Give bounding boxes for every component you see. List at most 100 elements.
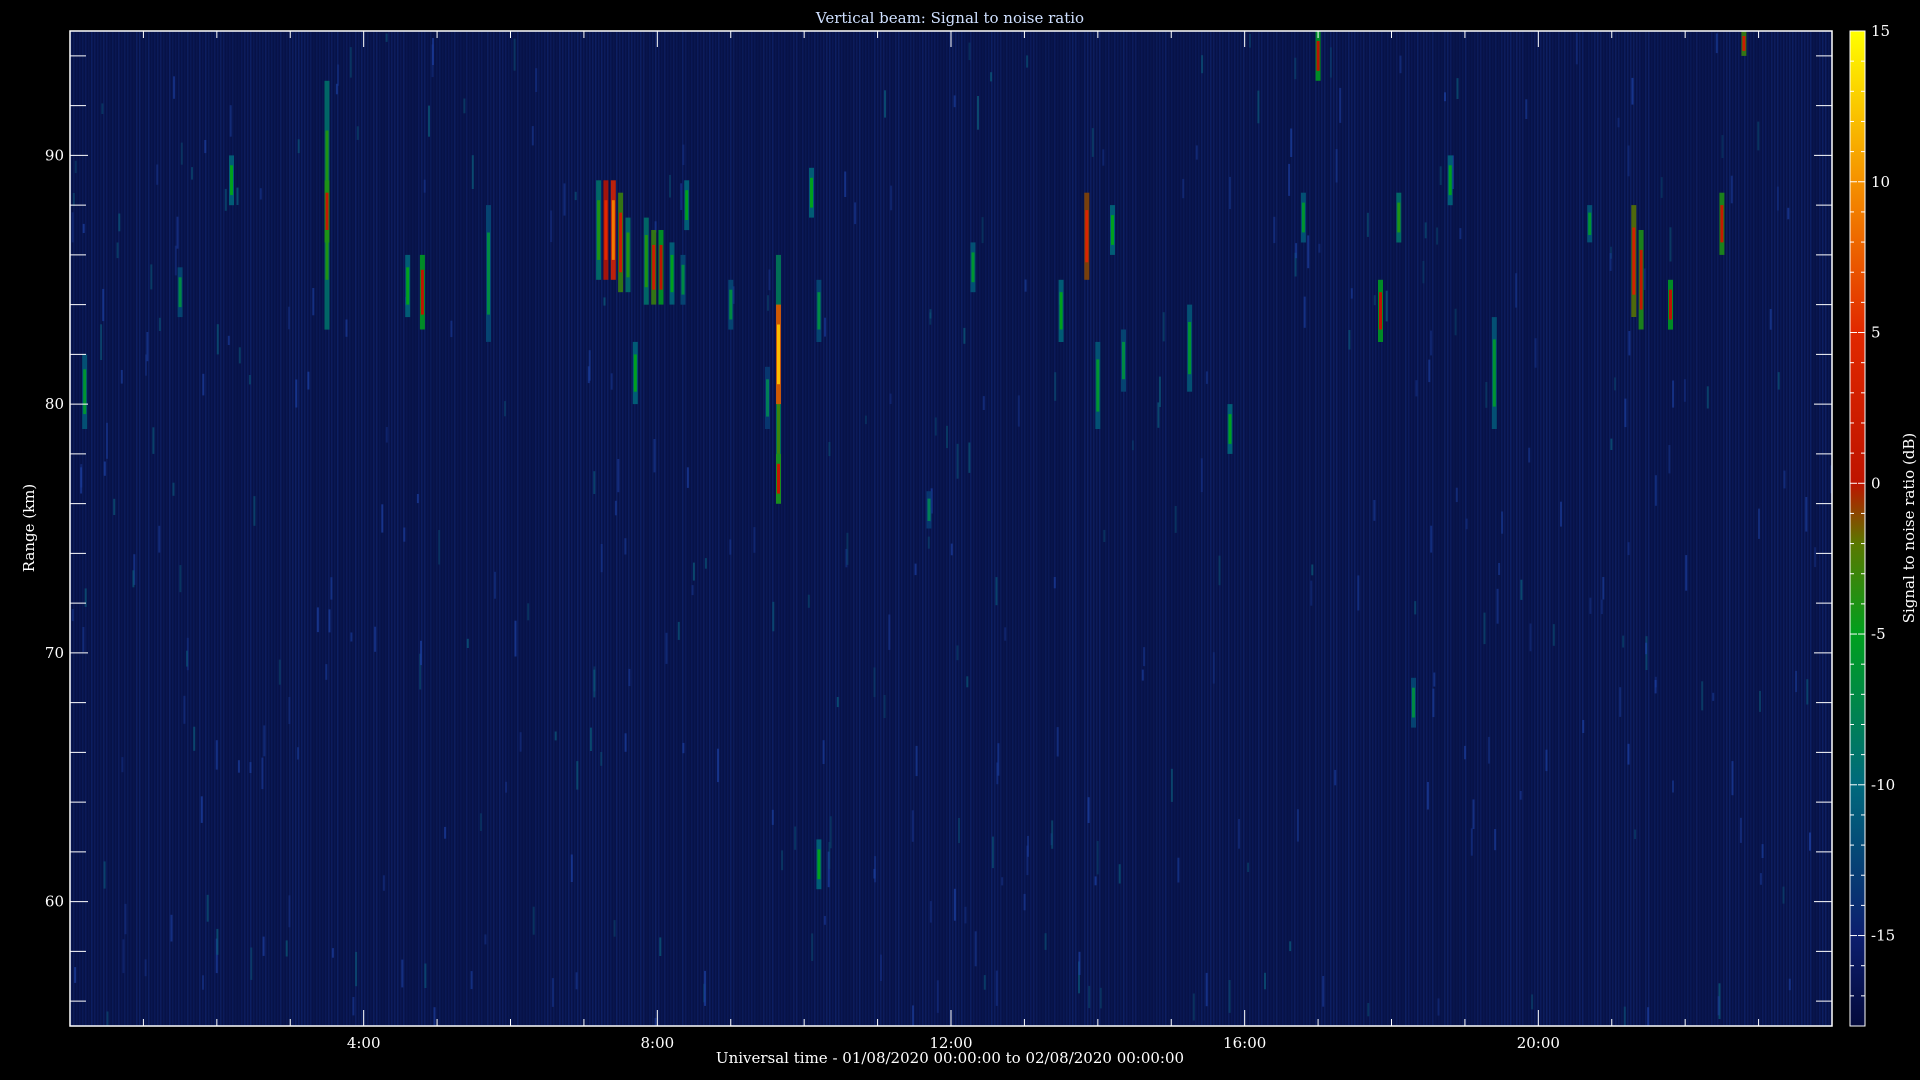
noise-streak xyxy=(1795,670,1798,693)
noise-column xyxy=(124,31,126,1026)
noise-column xyxy=(187,31,189,1026)
noise-streak xyxy=(1622,635,1625,648)
noise-streak xyxy=(237,760,240,773)
noise-column xyxy=(736,31,738,1026)
noise-column xyxy=(199,31,201,1026)
noise-column xyxy=(1642,31,1644,1026)
noise-streak xyxy=(1776,186,1779,211)
noise-streak xyxy=(768,269,771,291)
noise-column xyxy=(1717,31,1719,1026)
noise-column xyxy=(871,31,873,1026)
noise-column xyxy=(949,31,951,1026)
noise-column xyxy=(154,31,156,1026)
noise-streak xyxy=(82,627,85,652)
colorbar-tick-label: -10 xyxy=(1871,776,1895,794)
noise-streak xyxy=(1228,980,1231,1013)
noise-column xyxy=(1270,31,1272,1026)
noise-streak xyxy=(170,914,173,942)
noise-column xyxy=(1069,31,1071,1026)
noise-streak xyxy=(238,347,241,364)
noise-streak xyxy=(1731,761,1734,796)
noise-column xyxy=(82,31,84,1026)
noise-column xyxy=(1027,31,1029,1026)
noise-streak xyxy=(968,42,971,61)
noise-streak xyxy=(691,585,694,596)
noise-column xyxy=(1087,31,1089,1026)
noise-column xyxy=(1162,31,1164,1026)
noise-streak xyxy=(262,936,265,956)
noise-column xyxy=(520,31,522,1026)
noise-column xyxy=(883,31,885,1026)
noise-column xyxy=(688,31,690,1026)
noise-column xyxy=(1015,31,1017,1026)
noise-column xyxy=(1354,31,1356,1026)
noise-streak xyxy=(1761,844,1764,858)
noise-column xyxy=(127,31,129,1026)
noise-streak xyxy=(884,90,886,118)
noise-streak xyxy=(1589,597,1592,614)
noise-column xyxy=(529,31,531,1026)
noise-column xyxy=(268,31,270,1026)
noise-streak xyxy=(259,188,262,200)
noise-streak xyxy=(1078,951,1081,975)
noise-column xyxy=(961,31,963,1026)
noise-column xyxy=(184,31,186,1026)
noise-column xyxy=(1126,31,1128,1026)
snr-echo xyxy=(681,264,685,295)
noise-streak xyxy=(325,664,328,680)
noise-streak xyxy=(912,1005,914,1026)
noise-streak xyxy=(450,320,453,338)
noise-column xyxy=(1741,31,1743,1026)
noise-column xyxy=(1582,31,1584,1026)
noise-column xyxy=(277,31,279,1026)
noise-streak xyxy=(807,594,810,608)
noise-column xyxy=(775,31,777,1026)
noise-streak xyxy=(1087,797,1090,823)
noise-column xyxy=(442,31,444,1026)
noise-streak xyxy=(106,422,108,459)
noise-column xyxy=(1438,31,1440,1026)
noise-streak xyxy=(1229,176,1231,210)
noise-column xyxy=(1672,31,1674,1026)
noise-streak xyxy=(1335,149,1338,183)
noise-streak xyxy=(1634,829,1637,840)
noise-column xyxy=(1543,31,1545,1026)
noise-column xyxy=(241,31,243,1026)
noise-column xyxy=(367,31,369,1026)
noise-column xyxy=(1399,31,1401,1026)
noise-streak xyxy=(934,417,937,436)
noise-column xyxy=(751,31,753,1026)
noise-column xyxy=(1570,31,1572,1026)
noise-column xyxy=(1129,31,1131,1026)
noise-streak xyxy=(824,317,826,337)
noise-streak xyxy=(996,762,999,785)
y-tick-label: 60 xyxy=(45,893,64,911)
noise-streak xyxy=(471,155,474,189)
noise-column xyxy=(733,31,735,1026)
noise-streak xyxy=(1465,518,1468,530)
noise-column xyxy=(1534,31,1536,1026)
noise-column xyxy=(532,31,534,1026)
noise-streak xyxy=(610,373,613,390)
noise-streak xyxy=(423,179,426,193)
noise-column xyxy=(898,31,900,1026)
noise-streak xyxy=(1307,235,1310,269)
noise-streak xyxy=(535,68,538,92)
snr-echo xyxy=(927,498,931,521)
noise-column xyxy=(1090,31,1092,1026)
noise-column xyxy=(1309,31,1311,1026)
noise-column xyxy=(1339,31,1341,1026)
noise-column xyxy=(181,31,183,1026)
noise-column xyxy=(322,31,324,1026)
noise-column xyxy=(1546,31,1548,1026)
noise-streak xyxy=(1683,379,1686,402)
noise-column xyxy=(1345,31,1347,1026)
noise-streak xyxy=(1322,976,1325,1007)
snr-echo xyxy=(1397,202,1401,233)
noise-column xyxy=(1540,31,1542,1026)
noise-column xyxy=(1615,31,1617,1026)
noise-streak xyxy=(420,640,422,666)
noise-streak xyxy=(1174,506,1177,533)
noise-streak xyxy=(1264,972,1266,990)
noise-streak xyxy=(1218,555,1221,586)
